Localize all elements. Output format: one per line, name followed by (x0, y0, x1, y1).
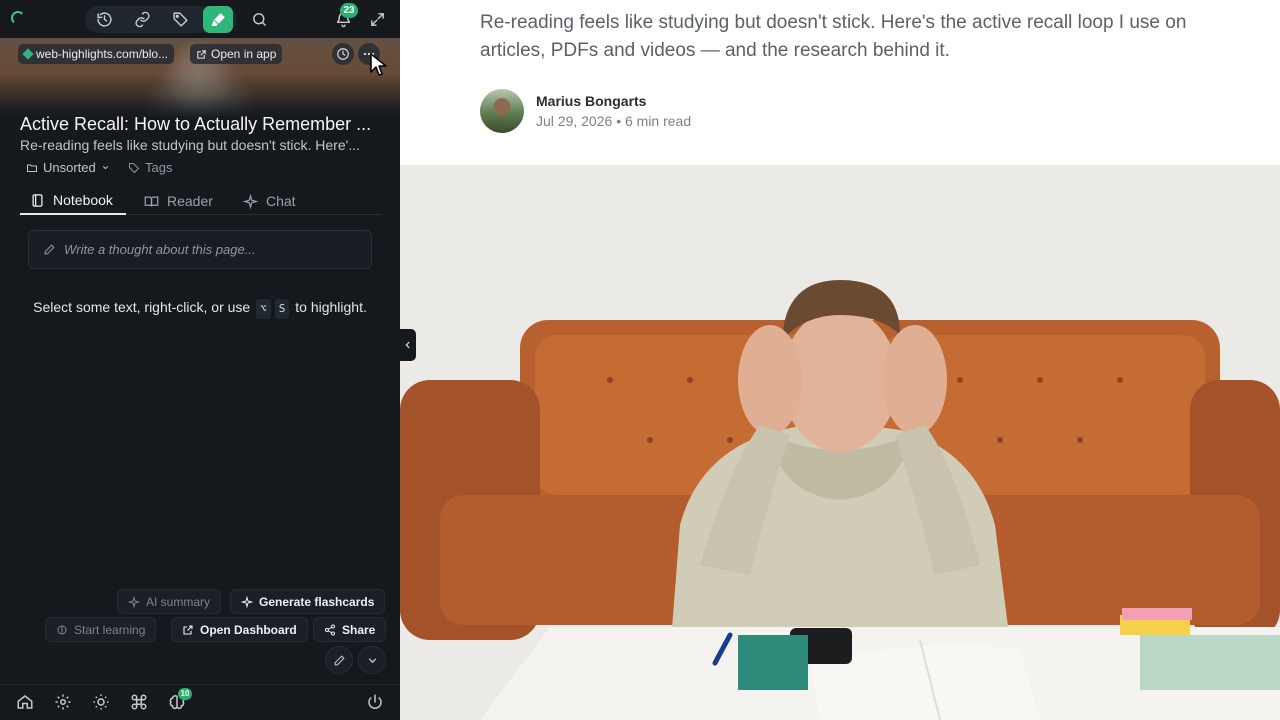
external-link-icon (197, 49, 206, 59)
tab-reader-label: Reader (167, 193, 213, 209)
clock-icon (337, 48, 349, 60)
history-button[interactable] (89, 6, 119, 33)
generate-flashcards-button[interactable]: Generate flashcards (230, 589, 386, 614)
shortcuts-button[interactable] (129, 692, 149, 712)
option-key: ⌥ (256, 299, 271, 319)
notification-badge: 23 (340, 3, 358, 18)
learning-badge: 10 (178, 688, 192, 700)
folder-selector[interactable]: Unsorted (26, 160, 110, 175)
expand-icon (370, 13, 384, 26)
power-icon (368, 694, 382, 709)
brain-icon (57, 625, 67, 634)
folder-icon (27, 164, 37, 172)
book-icon (144, 196, 159, 207)
page-title: Active Recall: How to Actually Remember … (20, 114, 372, 134)
page-subtitle: Re-reading feels like studying but doesn… (20, 137, 360, 153)
expand-button[interactable] (362, 6, 392, 33)
tag-button[interactable] (165, 6, 195, 33)
sidebar-toolbar: 23 (0, 0, 400, 38)
extension-sidebar: 23 web-highlights.com/blo... Open in app… (0, 0, 400, 720)
open-in-app-button[interactable]: Open in app (190, 44, 283, 64)
share-icon (325, 624, 335, 635)
highlighter-icon (211, 13, 225, 26)
publish-date: Jul 29, 2026 (536, 113, 613, 129)
read-time: 6 min read (624, 113, 692, 129)
gear-icon (55, 694, 71, 710)
tab-notebook-label: Notebook (53, 192, 113, 208)
link-icon (134, 11, 150, 28)
history-icon (96, 12, 112, 27)
highlighter-mini-icon (22, 48, 34, 60)
home-icon (17, 695, 33, 709)
student-studying-illustration (400, 165, 1280, 720)
tab-chat-label: Chat (266, 193, 296, 209)
thought-placeholder: Write a thought about this page... (64, 242, 256, 257)
chevron-left-icon (405, 341, 410, 349)
source-url-chip[interactable]: web-highlights.com/blo... (18, 44, 175, 64)
chevron-down-icon (368, 657, 376, 663)
collapse-actions-button[interactable] (358, 646, 386, 674)
sparkle-icon (128, 595, 140, 608)
tag-icon (172, 12, 188, 27)
author-avatar[interactable] (480, 89, 524, 133)
highlighter-button[interactable] (203, 6, 233, 33)
reminder-button[interactable] (332, 43, 354, 65)
ai-summary-button[interactable]: AI summary (117, 589, 222, 614)
article-hero-image (400, 165, 1280, 720)
source-url: web-highlights.com/blo... (36, 47, 169, 61)
notebook-icon (32, 193, 43, 207)
sun-icon (93, 694, 109, 710)
pencil-icon (334, 654, 345, 665)
s-key: S (274, 299, 290, 319)
loading-spinner-icon (11, 11, 25, 25)
author-name[interactable]: Marius Bongarts (536, 93, 646, 109)
search-icon (252, 13, 266, 26)
power-button[interactable] (365, 692, 385, 712)
sparkle-icon (241, 595, 253, 608)
collapse-sidebar-button[interactable] (400, 329, 416, 361)
thought-input[interactable]: Write a thought about this page... (28, 230, 372, 269)
tab-chat[interactable]: Chat (233, 187, 306, 215)
article-page: Re-reading feels like studying but doesn… (400, 0, 1280, 720)
link-button[interactable] (127, 6, 157, 33)
open-in-app-label: Open in app (211, 47, 277, 61)
sparkle-icon (243, 193, 258, 209)
chevron-down-icon (102, 166, 108, 170)
article-lede: Re-reading feels like studying but doesn… (480, 12, 1187, 61)
article-meta: Jul 29, 2026 • 6 min read (536, 113, 692, 129)
tab-notebook[interactable]: Notebook (20, 187, 126, 215)
share-button[interactable]: Share (313, 617, 387, 642)
command-icon (131, 694, 147, 710)
search-button[interactable] (244, 6, 274, 33)
external-link-icon (183, 624, 193, 635)
edit-button[interactable] (325, 646, 353, 674)
start-learning-button[interactable]: Start learning (45, 617, 157, 642)
sidebar-tabs: Notebook Reader Chat (18, 187, 382, 215)
mouse-cursor-icon (370, 53, 387, 76)
settings-button[interactable] (53, 692, 73, 712)
folder-label: Unsorted (43, 160, 96, 175)
theme-toggle-button[interactable] (91, 692, 111, 712)
home-button[interactable] (15, 692, 35, 712)
open-dashboard-button[interactable]: Open Dashboard (171, 617, 308, 642)
tags-selector[interactable]: Tags (128, 160, 172, 175)
tag-icon (129, 162, 140, 173)
highlight-hint: Select some text, right-click, or use ⌥ S… (30, 297, 370, 319)
pencil-icon (44, 244, 55, 255)
tab-reader[interactable]: Reader (134, 187, 223, 215)
tags-label: Tags (145, 160, 173, 175)
